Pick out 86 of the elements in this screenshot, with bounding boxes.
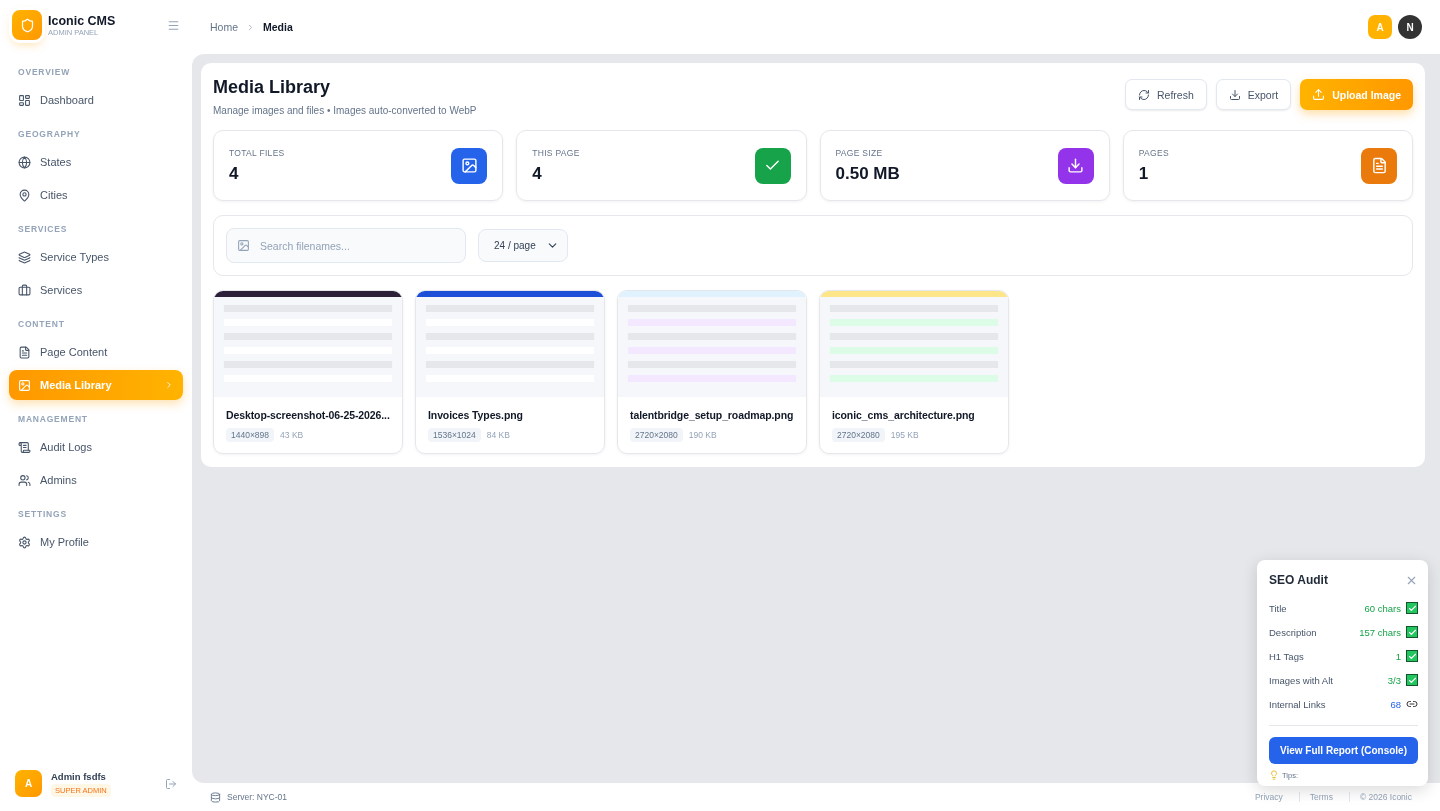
search-field[interactable]: Search filenames... — [226, 228, 466, 263]
nav-icon — [18, 473, 31, 487]
nav-section-title: MANAGEMENT — [17, 413, 89, 426]
stat-value: 1 — [1138, 163, 1150, 184]
nav-icon — [18, 93, 31, 107]
nav-icon — [18, 345, 31, 359]
user-avatar: A — [15, 770, 42, 797]
nav-icon — [18, 155, 31, 169]
dimensions-tag: 1440×898 — [226, 428, 275, 442]
nav-section-title: SERVICES — [17, 223, 69, 236]
link-icon — [1406, 698, 1418, 710]
stat-label: TOTAL FILES — [229, 147, 286, 158]
file-name: talentbridge_setup_roadmap.png — [630, 409, 794, 421]
nav-item[interactable]: Cities — [9, 180, 183, 210]
nav-item[interactable]: Service Types — [9, 242, 183, 272]
nav-item[interactable]: My Profile — [9, 527, 183, 557]
lightbulb-icon — [1269, 770, 1279, 780]
nav-section-title: SETTINGS — [17, 508, 68, 521]
stat-value: 4 — [229, 163, 240, 184]
stat-label: PAGES — [1138, 147, 1170, 158]
breadcrumb-link[interactable]: Home — [210, 21, 238, 33]
file-name: iconic_cms_architecture.png — [832, 409, 976, 421]
action-button[interactable]: Export — [1215, 79, 1292, 110]
media-card[interactable]: Desktop-screenshot-06-25-2026... 1440×898 43 KB — [213, 290, 403, 454]
nav-item[interactable]: Admins — [9, 465, 183, 495]
stat-label: THIS PAGE — [532, 147, 581, 158]
nav-section-title: OVERVIEW — [17, 66, 72, 79]
audit-label: Images with Alt — [1269, 674, 1334, 686]
audit-label: Internal Links — [1269, 698, 1327, 710]
nav-item[interactable]: States — [9, 147, 183, 177]
audit-value: 157 chars — [1359, 626, 1401, 638]
file-size: 43 KB — [280, 430, 304, 440]
media-card[interactable]: iconic_cms_architecture.png 2720×2080 195 KB — [819, 290, 1009, 454]
action-button[interactable]: Refresh — [1125, 79, 1207, 110]
page-size-select[interactable]: 24 / page — [478, 229, 568, 262]
nav-icon — [18, 378, 31, 392]
database-icon — [210, 791, 221, 803]
file-name: Invoices Types.png — [428, 409, 524, 421]
file-name: Desktop-screenshot-06-25-2026... — [226, 409, 390, 421]
nav-icon — [18, 250, 31, 264]
file-size: 190 KB — [688, 430, 717, 440]
file-size: 195 KB — [890, 430, 919, 440]
audit-value: 68 — [1390, 698, 1401, 710]
shield-logo-icon — [12, 10, 42, 40]
file-size: 84 KB — [486, 430, 510, 440]
stat-label: PAGE SIZE — [835, 147, 884, 158]
user-name: Admin fsdfs — [51, 770, 106, 782]
nav-icon — [18, 188, 31, 202]
nav-section-title: CONTENT — [17, 318, 66, 331]
chevron-icon — [246, 22, 255, 32]
nav-icon — [18, 440, 31, 454]
media-card[interactable]: talentbridge_setup_roadmap.png 2720×2080 190 KB — [617, 290, 807, 454]
image-icon — [237, 239, 250, 252]
refresh-icon — [1138, 88, 1150, 101]
upload-icon — [1312, 88, 1326, 101]
dimensions-tag: 2720×2080 — [832, 428, 885, 442]
nav-icon — [18, 283, 31, 297]
server-label: Server: NYC-01 — [227, 792, 287, 802]
media-card[interactable]: Invoices Types.png 1536×1024 84 KB — [415, 290, 605, 454]
nav-section-title: GEOGRAPHY — [17, 128, 82, 141]
brand-name: Iconic CMS — [48, 13, 117, 28]
audit-value: 3/3 — [1387, 674, 1401, 686]
user-avatar[interactable]: N — [1398, 15, 1422, 39]
page-title: Media Library — [213, 77, 332, 98]
audit-label: H1 Tags — [1269, 650, 1305, 662]
stat-value: 4 — [532, 163, 543, 184]
dimensions-tag: 1536×1024 — [428, 428, 481, 442]
panel-title: SEO Audit — [1269, 573, 1328, 587]
audit-value: 60 chars — [1364, 602, 1401, 614]
nav-item[interactable]: Services — [9, 275, 183, 305]
report-button[interactable]: View Full Report (Console) — [1269, 737, 1418, 764]
audit-value: 1 — [1395, 650, 1401, 662]
dimensions-tag: 2720×2080 — [630, 428, 683, 442]
logout-icon[interactable] — [165, 777, 177, 790]
chevron-icon — [164, 380, 174, 390]
page-subtitle: Manage images and files • Images auto-converted to WebP — [213, 105, 478, 116]
nav-item[interactable]: Audit Logs — [9, 432, 183, 462]
menu-icon[interactable] — [167, 18, 180, 32]
download-icon — [1228, 88, 1241, 101]
nav-item[interactable]: Page Content — [9, 337, 183, 367]
nav-item[interactable]: Dashboard — [9, 85, 183, 115]
breadcrumb-link[interactable]: Media — [263, 21, 293, 33]
stat-value: 0.50 MB — [835, 163, 901, 184]
audit-label: Title — [1269, 602, 1288, 614]
audit-label: Description — [1269, 626, 1318, 638]
nav-icon — [18, 535, 31, 549]
